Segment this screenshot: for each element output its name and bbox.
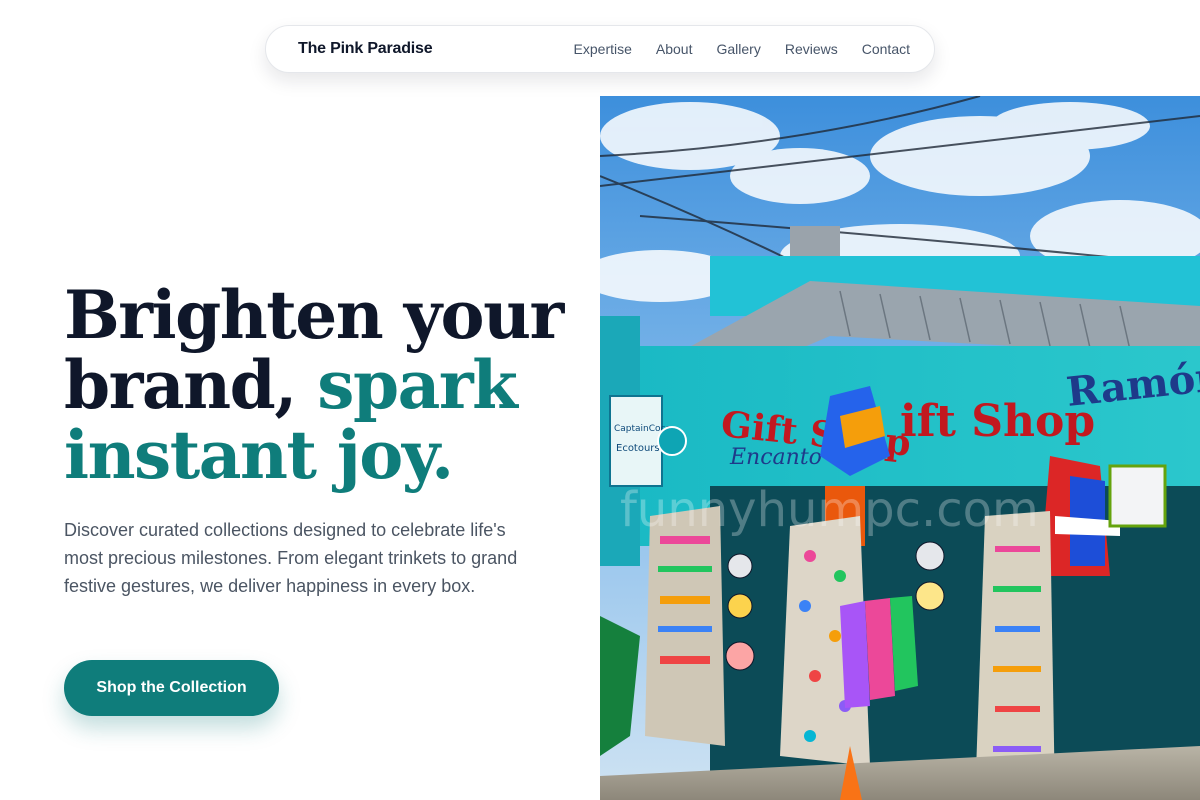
round-emblem <box>657 426 687 456</box>
photo-watermark: funnyhumpc.com <box>620 482 1039 538</box>
hero-heading-accent-line: instant joy. <box>64 416 454 494</box>
nav-link-expertise[interactable]: Expertise <box>574 41 632 57</box>
hero-heading: Brighten your brand, spark instant joy. <box>64 280 584 490</box>
hero-heading-accent-word: spark <box>317 346 518 424</box>
sign-center-text: ift Shop <box>900 396 1095 447</box>
hanging-tote-bag <box>1108 464 1167 528</box>
shop-collection-button[interactable]: Shop the Collection <box>64 660 279 716</box>
nav-links: Expertise About Gallery Reviews Contact <box>574 41 910 57</box>
hero-description: Discover curated collections designed to… <box>64 520 518 596</box>
nav-link-contact[interactable]: Contact <box>862 41 910 57</box>
rooftop-structure <box>790 226 840 256</box>
gift-shop-photo: Gift Shop ift Shop Ramón Encanto Captain… <box>600 96 1200 800</box>
hero-heading-line-1: Brighten your <box>64 276 564 354</box>
brand-logo[interactable]: The Pink Paradise <box>298 40 433 58</box>
landing-page: The Pink Paradise Expertise About Galler… <box>0 0 1200 800</box>
nav-link-reviews[interactable]: Reviews <box>785 41 838 57</box>
sign-small-text: Encanto <box>729 445 822 470</box>
nav-link-about[interactable]: About <box>656 41 693 57</box>
ecotours-sign <box>609 395 663 487</box>
top-navigation: The Pink Paradise Expertise About Galler… <box>265 25 935 73</box>
ecotours-sign-line-2: Ecotours <box>616 443 660 454</box>
nav-link-gallery[interactable]: Gallery <box>716 41 760 57</box>
hero-heading-line-2: brand, <box>64 346 318 424</box>
hero-image-gift-shop: Gift Shop ift Shop Ramón Encanto Captain… <box>600 96 1200 800</box>
